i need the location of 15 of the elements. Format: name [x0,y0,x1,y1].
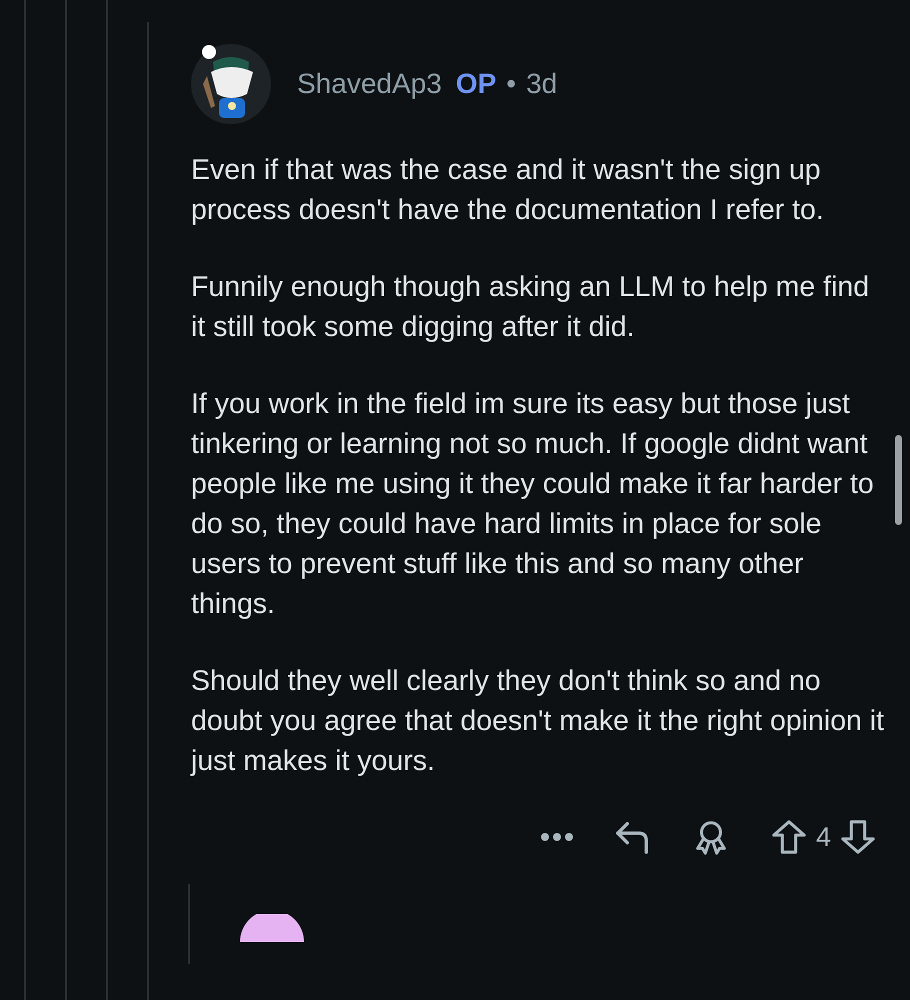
vote-count: 4 [816,822,831,852]
separator-dot: • [506,68,516,100]
comment-paragraph: Should they well clearly they don't think so and no doubt you agree that doesn't make it the right opinion it just makes it yours. [191,664,886,779]
comment-paragraph: Funnily enough though asking an LLM to help me find it still took some digging after it did. [191,270,870,345]
avatar-icon[interactable] [191,44,271,124]
upvote-button[interactable] [770,818,808,856]
more-options-button[interactable] [540,832,574,842]
comment-paragraph: Even if that was the case and it wasn't the sign up process doesn't have the documentation I refer to. [191,153,825,228]
comment-paragraph: If you work in the field im sure its easy but those just tinkering or learning not so much. If google didnt want people like me using it they could make it far harder to do so, they could have hard limits in place for sole users to prevent stuff like this and so many other things. [191,387,875,622]
avatar-icon[interactable] [240,914,304,942]
downvote-button[interactable] [839,818,877,856]
comment-age: 3d [526,68,558,100]
username[interactable]: ShavedAp3 [297,68,442,100]
scrollbar[interactable] [895,435,902,525]
op-label: OP [456,68,496,100]
